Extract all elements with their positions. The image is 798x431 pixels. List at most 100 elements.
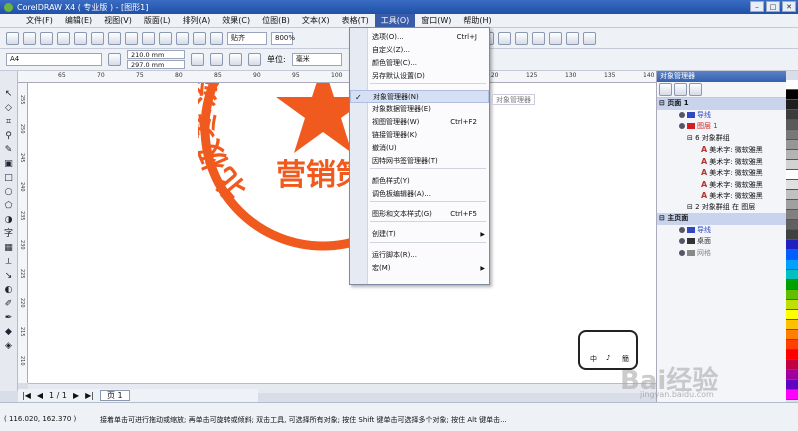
- object-tree-layer[interactable]: 图层 1: [657, 121, 786, 133]
- visibility-eye-icon[interactable]: [679, 111, 685, 118]
- menu-effects[interactable]: 效果(C): [216, 14, 256, 28]
- tools-menu-item[interactable]: 颜色样式(Y): [350, 175, 489, 188]
- tools-menu-item[interactable]: 颜色管理(C)...: [350, 57, 489, 70]
- minimize-button[interactable]: –: [750, 1, 764, 12]
- import-icon[interactable]: [159, 31, 172, 45]
- tools-menu-item[interactable]: 图形和文本样式(G) Ctrl+F5: [350, 208, 489, 221]
- current-page-icon[interactable]: [248, 53, 261, 66]
- menu-bitmaps[interactable]: 位图(B): [256, 14, 296, 28]
- color-swatch[interactable]: [786, 200, 798, 210]
- script-icon[interactable]: [515, 31, 528, 45]
- tools-menu-item[interactable]: 视图管理器(W) Ctrl+F2: [350, 116, 489, 129]
- page-height-field[interactable]: 297.0 mm: [127, 60, 185, 69]
- menu-file[interactable]: 文件(F): [20, 14, 59, 28]
- color-swatch[interactable]: [786, 330, 798, 340]
- portrait-icon[interactable]: [191, 53, 204, 66]
- object-tree-text[interactable]: A 美术字: 微软雅黑: [657, 167, 786, 179]
- color-swatch[interactable]: [786, 220, 798, 230]
- polygon-tool-icon[interactable]: ⬠: [3, 201, 15, 212]
- freehand-tool-icon[interactable]: ✎: [3, 145, 15, 156]
- object-tree-text[interactable]: A 美术字: 微软雅黑: [657, 190, 786, 202]
- color-swatch[interactable]: [786, 290, 798, 300]
- object-tree-text[interactable]: A 美术字: 微软雅黑: [657, 144, 786, 156]
- tools-menu-item[interactable]: 链接管理器(K): [350, 129, 489, 142]
- page-width-field[interactable]: 210.0 mm: [127, 50, 185, 59]
- save-icon[interactable]: [40, 31, 53, 45]
- object-tree-layer[interactable]: 导线: [657, 225, 786, 237]
- color-swatch[interactable]: [786, 300, 798, 310]
- zoom-dropdown[interactable]: 800%: [271, 31, 295, 45]
- object-tree-group[interactable]: ⊟ 6 对象群组: [657, 133, 786, 145]
- color-swatch[interactable]: [786, 130, 798, 140]
- color-swatch[interactable]: [786, 120, 798, 130]
- snap-dropdown[interactable]: 贴齐: [227, 31, 267, 45]
- zoom-tool-icon[interactable]: ⚲: [3, 131, 15, 142]
- color-swatch[interactable]: [786, 350, 798, 360]
- color-swatch[interactable]: [786, 100, 798, 110]
- color-swatch[interactable]: [786, 160, 798, 170]
- color-swatch[interactable]: [786, 180, 798, 190]
- interactive-fill-icon[interactable]: ◈: [3, 341, 15, 352]
- object-tree-text[interactable]: A 美术字: 微软雅黑: [657, 179, 786, 191]
- object-tree-page[interactable]: ⊟ 主页面: [657, 213, 786, 225]
- help-icon[interactable]: [583, 31, 596, 45]
- object-tree-page[interactable]: ⊟ 页面 1: [657, 98, 786, 110]
- color-swatch[interactable]: [786, 240, 798, 250]
- color-swatch[interactable]: [786, 190, 798, 200]
- next-page-icon[interactable]: ▶: [73, 391, 79, 400]
- copy-icon[interactable]: [91, 31, 104, 45]
- pick-tool-icon[interactable]: ↖: [3, 89, 15, 100]
- drawing-canvas[interactable]: 北极寒流服务 营销策划 中 ♪ 簡: [28, 83, 656, 383]
- visibility-eye-icon[interactable]: [679, 123, 685, 129]
- color-swatch[interactable]: [786, 80, 798, 90]
- tools-menu-item[interactable]: 创建(T) ▶: [350, 228, 489, 241]
- color-swatch[interactable]: [786, 140, 798, 150]
- export-icon[interactable]: [176, 31, 189, 45]
- color-swatch[interactable]: [786, 210, 798, 220]
- color-swatch[interactable]: [786, 360, 798, 370]
- object-tree-group[interactable]: ⊟ 2 对象群组 在 图层: [657, 202, 786, 214]
- tools-menu-item[interactable]: 另存默认设置(D): [350, 70, 489, 83]
- tools-menu-item[interactable]: 宏(M) ▶: [350, 262, 489, 275]
- tree-expand-icon[interactable]: ⊟: [687, 203, 695, 211]
- tools-menu-item[interactable]: 撤消(U): [350, 142, 489, 155]
- eyedropper-tool-icon[interactable]: ✐: [3, 299, 15, 310]
- tray-icon[interactable]: [549, 31, 562, 45]
- tools-menu-item[interactable]: 自定义(Z)...: [350, 44, 489, 57]
- print-icon[interactable]: [57, 31, 70, 45]
- ellipse-tool-icon[interactable]: ○: [3, 187, 15, 198]
- welcome-icon[interactable]: [210, 31, 223, 45]
- unit-select[interactable]: 毫米: [291, 53, 342, 66]
- color-swatch[interactable]: [786, 320, 798, 330]
- all-pages-icon[interactable]: [229, 53, 242, 66]
- fill-tool-icon[interactable]: ◆: [3, 327, 15, 338]
- undo-icon[interactable]: [125, 31, 138, 45]
- connector-tool-icon[interactable]: ↘: [3, 271, 15, 282]
- new-file-icon[interactable]: [6, 31, 19, 45]
- first-page-icon[interactable]: |◀: [22, 391, 31, 400]
- tools-menu-item[interactable]: 选项(O)... Ctrl+J: [350, 31, 489, 44]
- object-tree-text[interactable]: A 美术字: 微软雅黑: [657, 156, 786, 168]
- color-swatch[interactable]: [786, 280, 798, 290]
- menu-arrange[interactable]: 排列(A): [177, 14, 217, 28]
- smart-fill-icon[interactable]: ▣: [3, 159, 15, 170]
- landscape-icon[interactable]: [210, 53, 223, 66]
- rectangle-tool-icon[interactable]: □: [3, 173, 15, 184]
- menu-layout[interactable]: 版面(L): [138, 14, 177, 28]
- shape-tool-icon[interactable]: ◇: [3, 103, 15, 114]
- color-swatch[interactable]: [786, 370, 798, 380]
- visibility-eye-icon[interactable]: [679, 226, 685, 233]
- paste-icon[interactable]: [108, 31, 121, 45]
- tools-menu-item[interactable]: 对象数据管理器(E): [350, 103, 489, 116]
- tools-menu-item[interactable]: 因特网书签管理器(T): [350, 155, 489, 168]
- blend-tool-icon[interactable]: ◐: [3, 285, 15, 296]
- basic-shapes-icon[interactable]: ◑: [3, 215, 15, 226]
- last-page-icon[interactable]: ▶|: [85, 391, 94, 400]
- menu-table[interactable]: 表格(T): [336, 14, 375, 28]
- dimension-tool-icon[interactable]: ⟂: [3, 257, 15, 268]
- macro-icon[interactable]: [532, 31, 545, 45]
- layer-manager-view-icon[interactable]: [689, 83, 702, 96]
- edit-across-layers-icon[interactable]: [674, 83, 687, 96]
- paper-size-select[interactable]: A4: [6, 53, 102, 66]
- tools-menu-item[interactable]: ✓ 对象管理器(N): [350, 90, 489, 103]
